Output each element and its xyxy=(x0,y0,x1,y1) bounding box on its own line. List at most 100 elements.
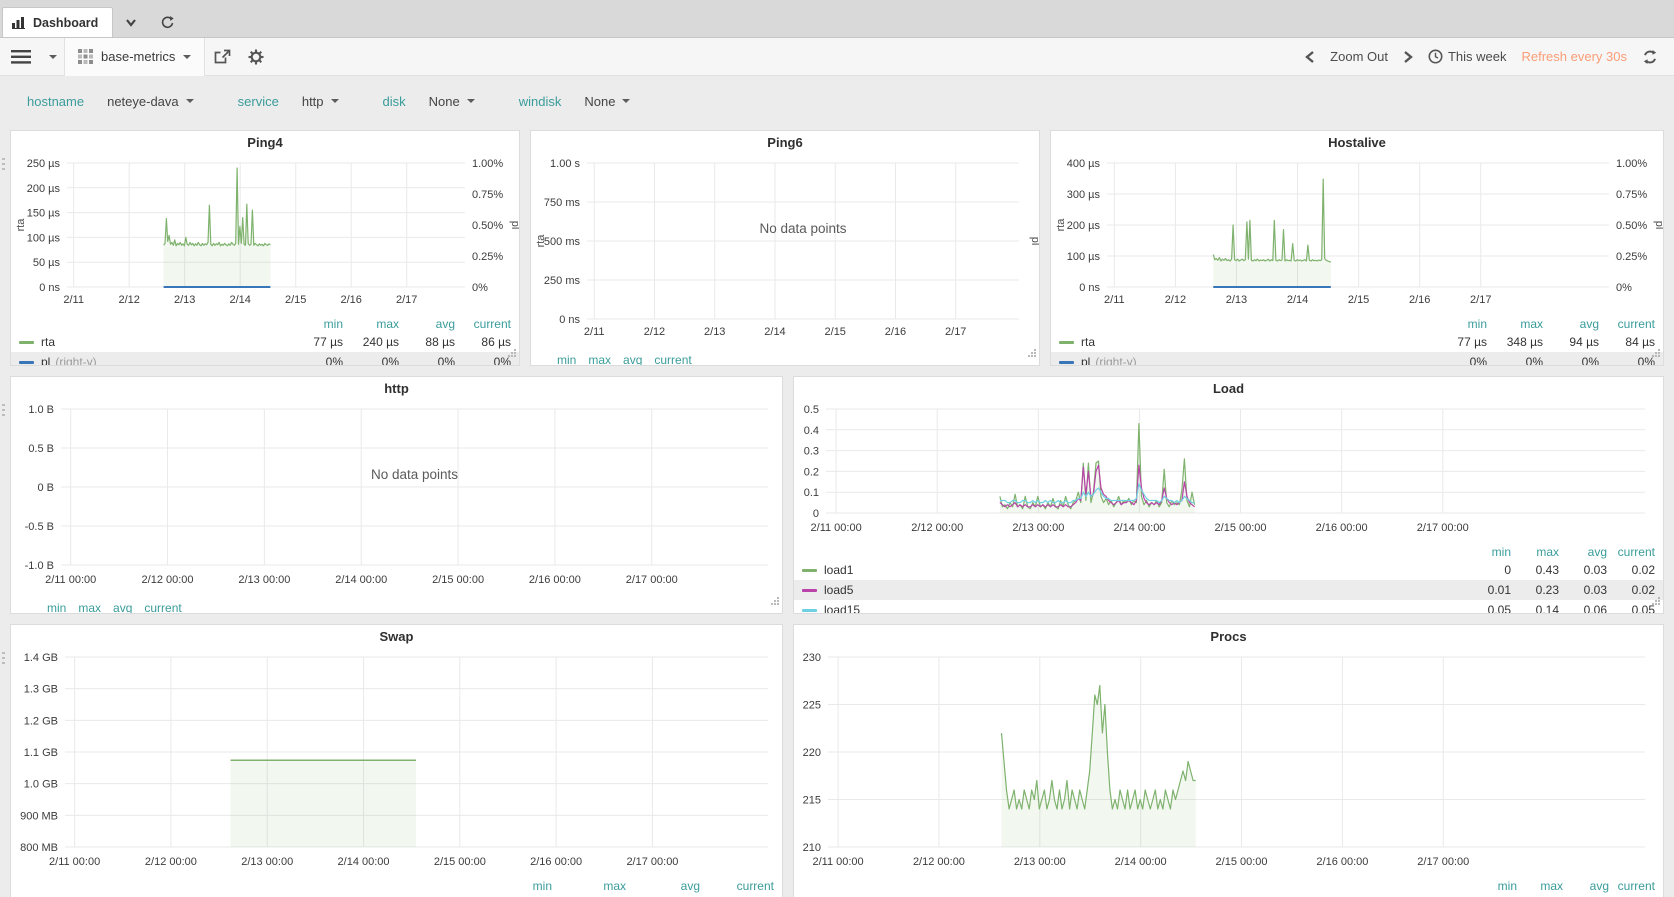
legend-row-pl: pl(right-y)0%0%0%0% xyxy=(1051,352,1663,366)
legend-header-min[interactable]: min xyxy=(1471,879,1517,893)
panel-resize-handle[interactable] xyxy=(507,345,517,363)
chart-procs[interactable]: 2/11 00:002/12 00:002/13 00:002/14 00:00… xyxy=(794,651,1663,873)
legend-header-current[interactable]: current xyxy=(144,601,181,614)
legend-header-avg[interactable]: avg xyxy=(1543,317,1599,331)
legend-header-avg[interactable]: avg xyxy=(113,601,132,614)
legend-header-max[interactable]: max xyxy=(1511,545,1559,559)
svg-text:2/11 00:00: 2/11 00:00 xyxy=(812,856,863,868)
panel-resize-handle[interactable] xyxy=(1651,593,1661,611)
series-name-pl[interactable]: pl xyxy=(1081,355,1090,366)
variable-value-disk[interactable]: None xyxy=(429,94,475,109)
legend-value-avg: 0% xyxy=(1543,355,1599,366)
svg-text:1.3 GB: 1.3 GB xyxy=(24,684,58,696)
legend-header-current[interactable]: current xyxy=(1599,317,1655,331)
svg-text:2/14 00:00: 2/14 00:00 xyxy=(1115,856,1167,868)
refresh-button[interactable] xyxy=(1642,49,1658,65)
chart-ping4[interactable]: 2/112/122/132/142/152/162/170 ns50 µs100… xyxy=(11,157,519,311)
variable-label-disk: disk xyxy=(383,94,406,109)
share-button[interactable] xyxy=(205,38,239,76)
legend-header-current[interactable]: current xyxy=(700,879,774,893)
panel-title-ping4[interactable]: Ping4 xyxy=(11,135,519,157)
legend-header-min[interactable]: min xyxy=(1431,317,1487,331)
dashboard-picker[interactable]: base-metrics xyxy=(64,38,205,76)
time-back-button[interactable] xyxy=(1305,50,1315,64)
panel-title-load[interactable]: Load xyxy=(794,381,1663,403)
panel-title-http[interactable]: http xyxy=(11,381,782,403)
time-forward-button[interactable] xyxy=(1403,50,1413,64)
legend-header-current[interactable]: current xyxy=(455,317,511,331)
series-suffix: (right-y) xyxy=(55,355,96,366)
legend-header-avg[interactable]: avg xyxy=(399,317,455,331)
panel-resize-handle[interactable] xyxy=(770,593,780,611)
series-name-pl[interactable]: pl xyxy=(41,355,50,366)
chart-ping6[interactable]: 2/112/122/132/142/152/162/170 ns250 ms50… xyxy=(531,157,1039,343)
legend-value-avg: 0.03 xyxy=(1559,583,1607,597)
row-drag-handle[interactable] xyxy=(2,158,5,171)
svg-text:0 ns: 0 ns xyxy=(559,314,580,326)
panel-title-hostalive[interactable]: Hostalive xyxy=(1051,135,1663,157)
legend-header-min[interactable]: min xyxy=(557,353,576,366)
svg-text:0%: 0% xyxy=(472,282,488,294)
chart-hostalive[interactable]: 2/112/122/132/142/152/162/170 ns100 µs20… xyxy=(1051,157,1663,311)
legend-header-avg[interactable]: avg xyxy=(1559,545,1607,559)
svg-text:2/14: 2/14 xyxy=(764,326,785,338)
panel-resize-handle[interactable] xyxy=(1027,345,1037,363)
legend-header-max[interactable]: max xyxy=(1487,317,1543,331)
series-name-rta[interactable]: rta xyxy=(41,335,55,349)
svg-text:No data points: No data points xyxy=(371,467,458,482)
legend-header-max[interactable]: max xyxy=(78,601,101,614)
series-name-load1[interactable]: load1 xyxy=(824,563,853,577)
refresh-interval-button[interactable]: Refresh every 30s xyxy=(1522,49,1628,64)
panel-load: Load2/11 00:002/12 00:002/13 00:002/14 0… xyxy=(793,376,1664,614)
tab-reload-button[interactable] xyxy=(149,7,185,37)
legend-header-avg[interactable]: avg xyxy=(1563,879,1609,893)
series-name-load15[interactable]: load15 xyxy=(824,603,860,614)
legend-value-min: 0% xyxy=(1431,355,1487,366)
panel-title-ping6[interactable]: Ping6 xyxy=(531,135,1039,157)
svg-text:2/13: 2/13 xyxy=(174,294,195,306)
series-name-rta[interactable]: rta xyxy=(1081,335,1095,349)
variable-value-windisk[interactable]: None xyxy=(584,94,630,109)
panel-title-swap[interactable]: Swap xyxy=(11,629,782,651)
legend-value-max: 0% xyxy=(343,355,399,366)
svg-text:0.1: 0.1 xyxy=(804,487,819,499)
legend-header-avg[interactable]: avg xyxy=(623,353,642,366)
row-drag-handle[interactable] xyxy=(2,404,5,417)
legend-header-max[interactable]: max xyxy=(552,879,626,893)
time-range-button[interactable]: This week xyxy=(1428,49,1507,64)
legend-header-max[interactable]: max xyxy=(1517,879,1563,893)
dashboard-tab[interactable]: Dashboard xyxy=(2,7,113,37)
menu-button[interactable] xyxy=(0,38,42,76)
series-name-load5[interactable]: load5 xyxy=(824,583,853,597)
panel-resize-handle[interactable] xyxy=(1651,345,1661,363)
panel-http: http2/11 00:002/12 00:002/13 00:002/14 0… xyxy=(10,376,783,614)
svg-text:900 MB: 900 MB xyxy=(20,810,58,822)
legend-row-load15: load150.050.140.060.05 xyxy=(794,600,1663,614)
legend-header-current[interactable]: current xyxy=(654,353,691,366)
gear-icon xyxy=(248,49,264,65)
tab-dropdown-button[interactable] xyxy=(113,7,149,37)
legend-header-max[interactable]: max xyxy=(343,317,399,331)
legend-header-current[interactable]: current xyxy=(1607,545,1655,559)
legend-header-min[interactable]: min xyxy=(1463,545,1511,559)
svg-text:2/11: 2/11 xyxy=(63,294,84,306)
legend-header-current[interactable]: current xyxy=(1609,879,1655,893)
settings-button[interactable] xyxy=(239,38,273,76)
menu-caret-button[interactable] xyxy=(42,38,64,76)
chart-load[interactable]: 2/11 00:002/12 00:002/13 00:002/14 00:00… xyxy=(794,403,1663,539)
zoom-out-button[interactable]: Zoom Out xyxy=(1330,49,1388,64)
chart-swap[interactable]: 2/11 00:002/12 00:002/13 00:002/14 00:00… xyxy=(11,651,782,873)
variable-value-hostname[interactable]: neteye-dava xyxy=(107,94,194,109)
variable-value-service[interactable]: http xyxy=(302,94,339,109)
svg-text:0.4: 0.4 xyxy=(804,425,819,437)
legend-header-min[interactable]: min xyxy=(287,317,343,331)
panel-title-procs[interactable]: Procs xyxy=(794,629,1663,651)
legend-header-min[interactable]: min xyxy=(47,601,66,614)
chart-http[interactable]: 2/11 00:002/12 00:002/13 00:002/14 00:00… xyxy=(11,403,782,591)
legend-value-avg: 0.03 xyxy=(1559,563,1607,577)
legend-header-min[interactable]: min xyxy=(478,879,552,893)
legend-header-avg[interactable]: avg xyxy=(626,879,700,893)
legend-value-current: 0.02 xyxy=(1607,583,1655,597)
row-drag-handle[interactable] xyxy=(2,652,5,665)
legend-header-max[interactable]: max xyxy=(588,353,611,366)
